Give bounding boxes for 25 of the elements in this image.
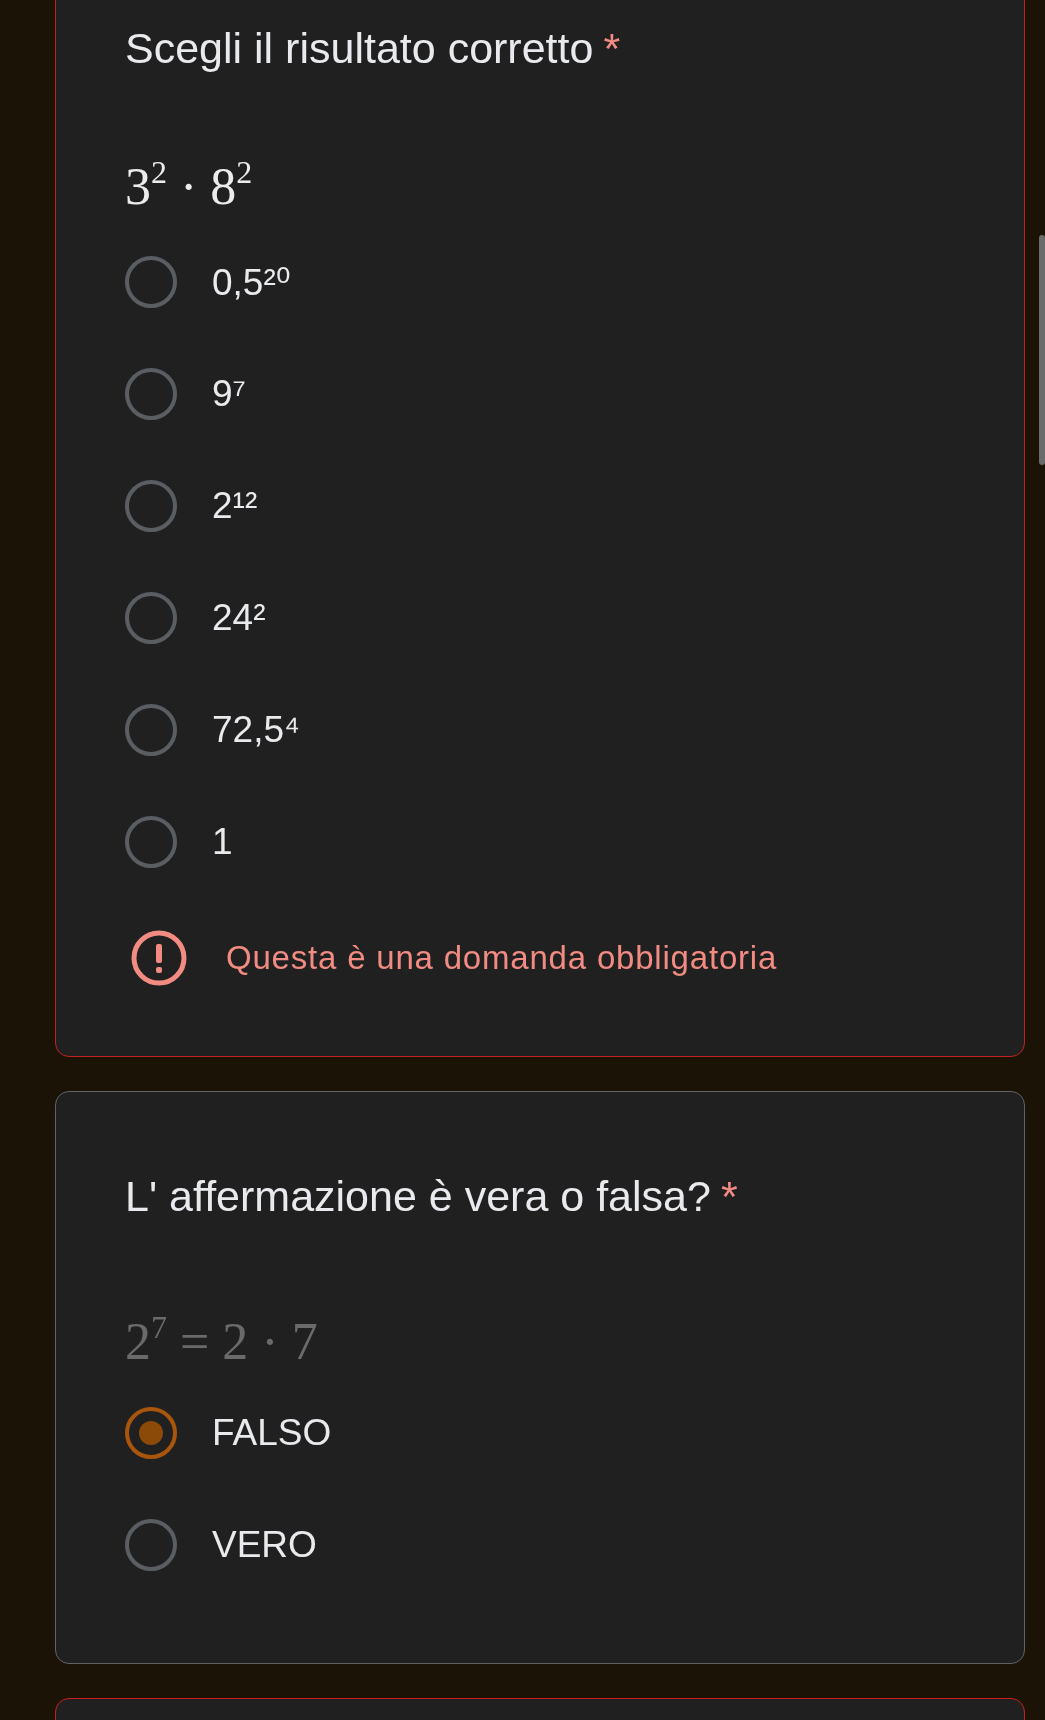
required-asterisk: *	[720, 1172, 738, 1220]
radio-button[interactable]	[125, 816, 177, 868]
option-label: VERO	[212, 1524, 317, 1566]
radio-button[interactable]	[125, 368, 177, 420]
required-asterisk: *	[603, 24, 621, 72]
option-label: FALSO	[212, 1412, 332, 1454]
scrollbar[interactable]	[1039, 235, 1045, 465]
radio-button[interactable]	[125, 1519, 177, 1571]
option-label: 1	[212, 821, 233, 863]
radio-button[interactable]	[125, 704, 177, 756]
math-formula: 2$^{7}$ = 2 · 7	[125, 1308, 318, 1372]
radio-button[interactable]	[125, 592, 177, 644]
option-label: 9⁷	[212, 373, 246, 415]
question-title: Scegli il risultato corretto *	[125, 24, 622, 72]
question-title: L' affermazione è vera o falsa? *	[125, 1172, 739, 1220]
option-label: 24²	[212, 597, 266, 639]
error-message: Questa è una domanda obbligatoria	[226, 939, 778, 977]
option-label: 72,5⁴	[212, 709, 300, 751]
option-label: 0,5²⁰	[212, 260, 291, 304]
radio-button[interactable]	[125, 1407, 177, 1459]
option-label: 2¹²	[212, 485, 258, 527]
error-icon	[130, 929, 188, 987]
radio-button[interactable]	[125, 480, 177, 532]
math-formula: 3$^{2}$ · 8$^{2}$	[125, 153, 253, 217]
radio-button[interactable]	[125, 256, 177, 308]
